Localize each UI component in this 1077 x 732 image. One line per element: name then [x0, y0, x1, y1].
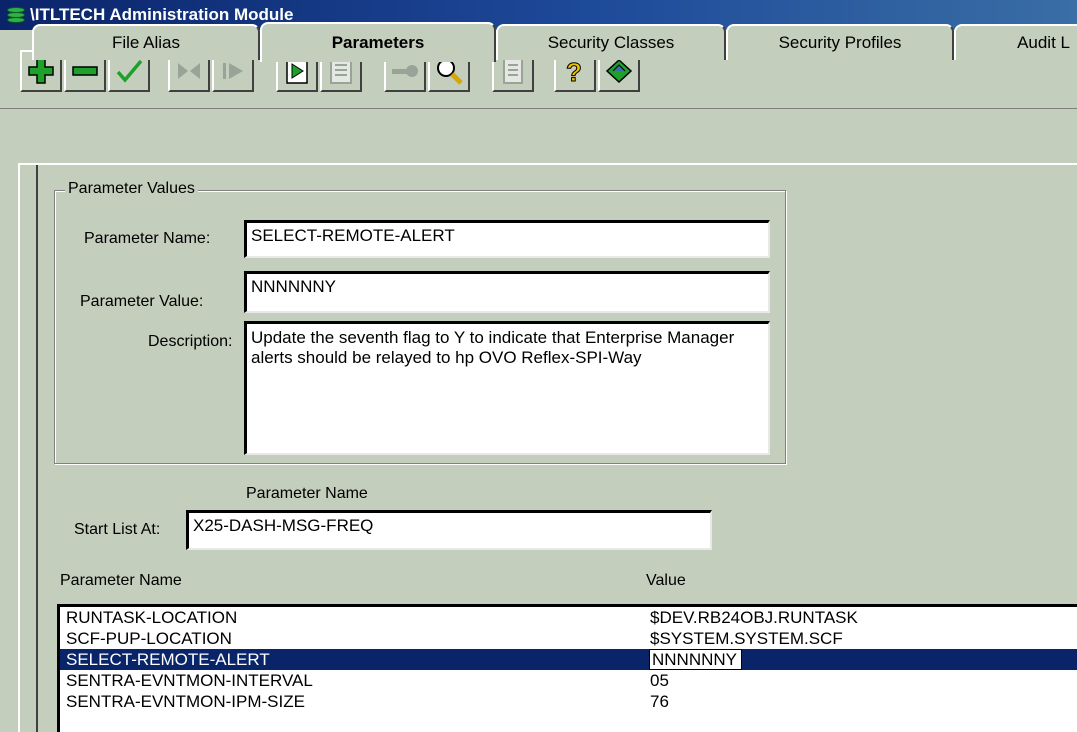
parameter-name-field[interactable]: SELECT-REMOTE-ALERT: [244, 220, 770, 258]
tab-security-profiles[interactable]: Security Profiles: [726, 24, 954, 60]
log-icon: [503, 58, 523, 84]
parameter-list[interactable]: RUNTASK-LOCATION $DEV.RB24OBJ.RUNTASK SC…: [57, 604, 1077, 732]
row-value: $DEV.RB24OBJ.RUNTASK: [650, 608, 858, 627]
parameter-value-field[interactable]: NNNNNNY: [244, 271, 770, 313]
parameter-value-label: Parameter Value:: [80, 293, 204, 310]
checkmark-icon: [116, 59, 143, 83]
list-item[interactable]: RUNTASK-LOCATION $DEV.RB24OBJ.RUNTASK: [60, 607, 1077, 628]
description-label: Description:: [148, 333, 233, 350]
row-value: $SYSTEM.SYSTEM.SCF: [650, 629, 843, 648]
row-value: 05: [650, 671, 669, 690]
tab-label: Security Classes: [547, 33, 675, 52]
row-name: RUNTASK-LOCATION: [66, 608, 238, 627]
skip-back-icon: [178, 63, 200, 79]
tab-parameters[interactable]: Parameters: [260, 22, 496, 62]
tab-file-alias[interactable]: File Alias: [32, 24, 260, 60]
row-name: SELECT-REMOTE-ALERT: [66, 650, 270, 669]
plus-icon: [28, 58, 54, 84]
list-item[interactable]: SENTRA-EVNTMON-IPM-SIZE 76: [60, 691, 1077, 712]
exit-icon: [605, 58, 633, 84]
tab-label: Security Profiles: [778, 33, 902, 52]
column-header-value: Value: [646, 572, 686, 589]
window-title: \ITLTECH Administration Module: [30, 5, 294, 24]
tab-label: File Alias: [111, 33, 181, 52]
tab-audit[interactable]: Audit L: [954, 24, 1077, 60]
row-value: 76: [650, 692, 669, 711]
help-icon: ?: [566, 57, 583, 87]
panel-border: [36, 165, 38, 732]
start-list-header: Parameter Name: [246, 485, 368, 502]
row-name: SENTRA-EVNTMON-IPM-SIZE: [66, 692, 305, 711]
tab-label: Parameters: [331, 33, 425, 52]
tab-security-classes[interactable]: Security Classes: [496, 24, 726, 60]
list-item-selected[interactable]: SELECT-REMOTE-ALERT NNNNNNY: [60, 649, 1077, 670]
start-list-field[interactable]: X25-DASH-MSG-FREQ: [186, 510, 712, 550]
minus-icon: [72, 66, 98, 76]
parameter-name-label: Parameter Name:: [84, 230, 211, 247]
play-next-icon: [223, 63, 243, 79]
row-value-editor[interactable]: NNNNNNY: [649, 649, 742, 670]
description-field[interactable]: Update the seventh flag to Y to indicate…: [244, 321, 770, 455]
start-list-label: Start List At:: [74, 521, 161, 538]
list-item[interactable]: SCF-PUP-LOCATION $SYSTEM.SYSTEM.SCF: [60, 628, 1077, 649]
row-name: SENTRA-EVNTMON-INTERVAL: [66, 671, 313, 690]
column-header-parameter-name: Parameter Name: [60, 572, 182, 589]
database-icon: [6, 6, 28, 24]
parameter-values-legend: Parameter Values: [65, 180, 198, 198]
tab-label: Audit L: [1017, 33, 1070, 52]
list-item[interactable]: SENTRA-EVNTMON-INTERVAL 05: [60, 670, 1077, 691]
row-name: SCF-PUP-LOCATION: [66, 629, 232, 648]
svg-text:?: ?: [566, 57, 582, 86]
